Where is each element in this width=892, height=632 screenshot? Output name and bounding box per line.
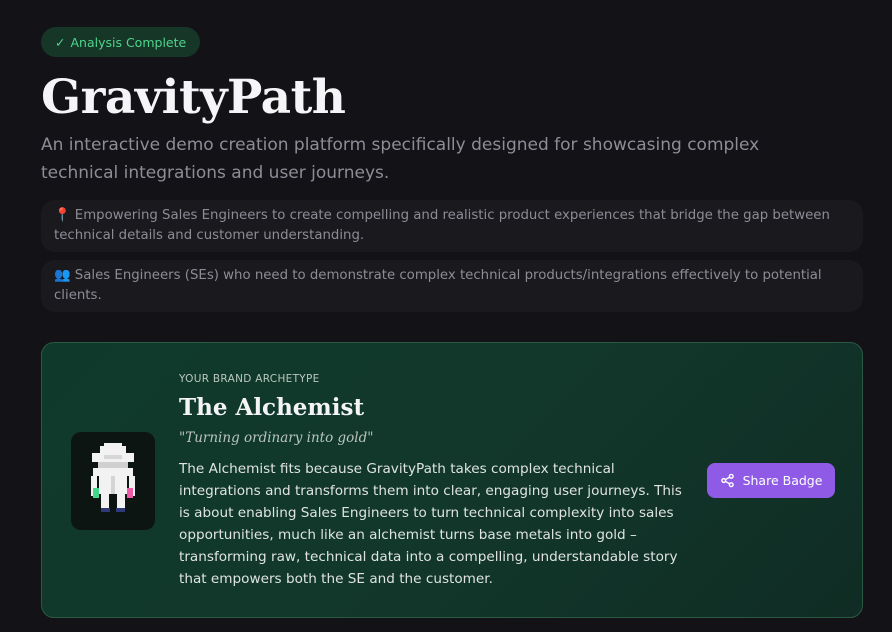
share-badge-label: Share Badge [742, 473, 823, 488]
mission-card: 📍 Empowering Sales Engineers to create c… [41, 200, 863, 252]
pin-icon: 📍 [54, 208, 71, 223]
status-badge: ✓ Analysis Complete [41, 27, 201, 57]
page-title: GravityPath [41, 70, 346, 125]
check-icon: ✓ [55, 34, 66, 50]
summary-section: ✓ Analysis Complete GravityPath An inter… [41, 27, 863, 312]
archetype-tagline: "Turning ordinary into gold" [179, 430, 374, 446]
share-icon [720, 473, 734, 488]
archetype-text: YOUR BRAND ARCHETYPE The Alchemist "Turn… [179, 373, 689, 590]
brand-archetype-card: YOUR BRAND ARCHETYPE The Alchemist "Turn… [41, 342, 863, 618]
archetype-eyebrow: YOUR BRAND ARCHETYPE [179, 373, 320, 385]
archetype-avatar [71, 432, 155, 530]
share-badge-button[interactable]: Share Badge [707, 463, 835, 498]
audience-text: Sales Engineers (SEs) who need to demons… [54, 268, 822, 303]
pixel-alchemist-icon [91, 443, 135, 512]
page-subtitle: An interactive demo creation platform sp… [41, 135, 760, 183]
status-label: Analysis Complete [70, 34, 187, 50]
audience-card: 👥 Sales Engineers (SEs) who need to demo… [41, 260, 863, 312]
users-icon: 👥 [54, 268, 71, 283]
archetype-name: The Alchemist [179, 394, 365, 421]
archetype-description: The Alchemist fits because GravityPath t… [179, 461, 682, 587]
mission-text: Empowering Sales Engineers to create com… [54, 208, 830, 243]
